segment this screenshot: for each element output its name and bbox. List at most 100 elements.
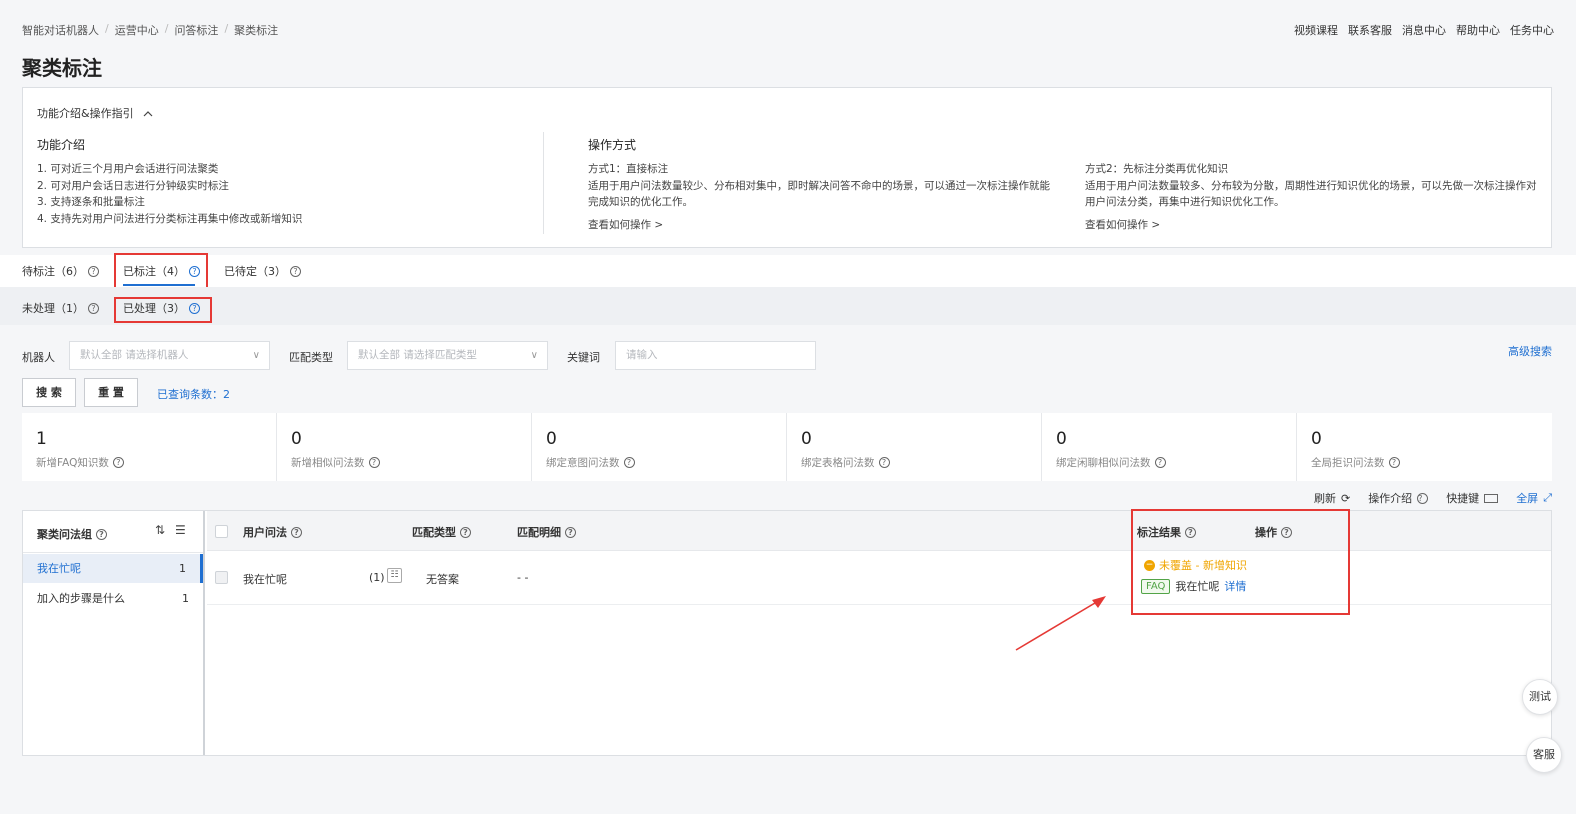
method1-link[interactable]: 查看如何操作 >	[588, 217, 663, 234]
breadcrumb-item: 聚类标注	[234, 24, 279, 37]
help-icon: ?	[96, 528, 107, 540]
shortcut-button[interactable]: 快捷键	[1446, 490, 1499, 506]
highlight-box	[114, 253, 208, 289]
col-match-type: 匹配类型?	[412, 524, 471, 540]
intro-item: 4. 支持先对用户问法进行分类标注再集中修改或新增知识	[37, 212, 303, 225]
tab-undecided[interactable]: 已待定（3）?	[224, 263, 301, 279]
highlight-box	[114, 297, 212, 323]
robot-label: 机器人	[22, 351, 55, 364]
sort-icon[interactable]: ⇅	[155, 523, 165, 537]
method2-link[interactable]: 查看如何操作 >	[1085, 217, 1160, 234]
help-icon: ?	[290, 265, 301, 277]
annotation-arrow	[1015, 596, 1106, 651]
stat-chitchat: 0 绑定闲聊相似问法数?	[1042, 413, 1297, 481]
divider	[543, 132, 544, 234]
help-icon: ?	[878, 457, 890, 468]
stats-bar: 1 新增FAQ知识数? 0 新增相似问法数? 0 绑定意图问法数? 0 绑定表格…	[22, 413, 1552, 481]
help-icon: ?	[565, 526, 576, 538]
cluster-item[interactable]: 加入的步骤是什么 1	[23, 584, 203, 613]
collapse-list-icon[interactable]: ☰	[175, 523, 186, 537]
link-video-course[interactable]: 视频课程	[1294, 22, 1338, 38]
method2: 方式2：先标注分类再优化知识 适用于用户问法数量较多、分布较为分散，周期性进行知…	[1085, 161, 1540, 211]
breadcrumb-item[interactable]: 问答标注	[174, 22, 218, 38]
question-count: (1)	[369, 571, 385, 584]
service-float-button[interactable]: 客服	[1526, 737, 1562, 773]
chevron-up-icon	[143, 107, 153, 120]
link-help-center[interactable]: 帮助中心	[1456, 22, 1500, 38]
match-type-label: 匹配类型	[289, 351, 333, 364]
test-float-button[interactable]: 测试	[1522, 679, 1558, 715]
intro-left-list: 1. 可对近三个月用户会话进行问法聚类 2. 可对用户会话日志进行分钟级实时标注…	[37, 161, 302, 227]
intro-item: 2. 可对用户会话日志进行分钟级实时标注	[37, 179, 229, 192]
top-links: 视频课程 联系客服 消息中心 帮助中心 任务中心	[1294, 22, 1554, 38]
ops-title: 操作方式	[588, 138, 637, 152]
cluster-group-header: 聚类问法组 ? ⇅ ☰	[23, 511, 203, 553]
chevron-down-icon: ∨	[252, 350, 260, 361]
help-icon: ?	[88, 302, 99, 314]
keyword-input[interactable]: 请输入	[615, 341, 816, 370]
link-message-center[interactable]: 消息中心	[1402, 22, 1446, 38]
stat-intent: 0 绑定意图问法数?	[532, 413, 787, 481]
intro-item: 1. 可对近三个月用户会话进行问法聚类	[37, 163, 219, 175]
link-task-center[interactable]: 任务中心	[1510, 22, 1554, 38]
method2-title: 方式2：先标注分类再优化知识	[1085, 163, 1229, 175]
help-icon: ?	[460, 526, 471, 538]
breadcrumb-item[interactable]: 智能对话机器人	[22, 22, 99, 38]
reset-button[interactable]: 重 置	[84, 378, 138, 407]
stat-new-faq: 1 新增FAQ知识数?	[22, 413, 277, 481]
subtab-unprocessed[interactable]: 未处理（1）?	[22, 300, 99, 316]
highlight-box	[1131, 509, 1350, 615]
table-toolbar: 刷新 ⟳ 操作介绍? 快捷键 全屏 ⤢	[1314, 490, 1552, 506]
keyboard-icon	[1484, 493, 1499, 503]
help-icon: ?	[112, 457, 124, 468]
question-text: 我在忙呢	[243, 573, 287, 586]
intro-left-title: 功能介绍	[37, 138, 86, 152]
intro-panel: 功能介绍&操作指引 功能介绍 1. 可对近三个月用户会话进行问法聚类 2. 可对…	[22, 87, 1552, 248]
match-type-value: 无答案	[426, 573, 459, 586]
help-icon: ?	[291, 526, 302, 538]
help-icon: ?	[88, 265, 99, 277]
match-type-select[interactable]: 默认全部 请选择匹配类型 ∨	[347, 341, 548, 370]
method1-title: 方式1：直接标注	[588, 163, 669, 175]
col-question: 用户问法?	[243, 524, 302, 540]
help-icon: ?	[368, 457, 380, 468]
intro-toggle[interactable]: 功能介绍&操作指引	[37, 105, 153, 121]
help-icon: ?	[1417, 492, 1429, 504]
cluster-group-pane: 聚类问法组 ? ⇅ ☰ 我在忙呢 1 加入的步骤是什么 1	[23, 511, 205, 755]
refresh-icon: ⟳	[1340, 491, 1351, 505]
process-subtabs: 未处理（1）? 已处理（3）?	[0, 287, 1576, 325]
search-button[interactable]: 搜 索	[22, 378, 76, 407]
page-title: 聚类标注	[22, 56, 102, 80]
match-detail-value: - -	[517, 571, 529, 584]
method1-text: 适用于用户问法数量较少、分布相对集中，即时解决问答不命中的场景，可以通过一次标注…	[588, 179, 1050, 209]
keyword-label: 关键词	[567, 351, 600, 364]
refresh-button[interactable]: 刷新 ⟳	[1314, 490, 1350, 506]
method2-text: 适用于用户问法数量较多、分布较为分散，周期性进行知识优化的场景，可以先做一次标注…	[1085, 179, 1537, 209]
tab-pending[interactable]: 待标注（6）?	[22, 263, 99, 279]
select-all-checkbox[interactable]	[215, 525, 228, 538]
breadcrumb: 智能对话机器人 / 运营中心 / 问答标注 / 聚类标注	[22, 22, 279, 38]
breadcrumb-item[interactable]: 运营中心	[115, 22, 159, 38]
stat-table: 0 绑定表格问法数?	[787, 413, 1042, 481]
col-match-detail: 匹配明细?	[517, 524, 576, 540]
guide-button[interactable]: 操作介绍?	[1368, 490, 1429, 506]
help-icon: ?	[1154, 457, 1166, 468]
help-icon: ?	[623, 457, 635, 468]
advanced-search-link[interactable]: 高级搜索	[1508, 343, 1552, 359]
method1: 方式1：直接标注 适用于用户问法数量较少、分布相对集中，即时解决问答不命中的场景…	[588, 161, 1058, 211]
stat-global-reject: 0 全局拒识问法数?	[1297, 413, 1552, 481]
expand-icon: ⤢	[1543, 491, 1552, 504]
cluster-item[interactable]: 我在忙呢 1	[23, 554, 203, 583]
row-checkbox[interactable]	[215, 571, 228, 584]
status-tabs: 待标注（6）? 已标注（4）? 已待定（3）?	[0, 255, 1576, 287]
robot-select[interactable]: 默认全部 请选择机器人 ∨	[69, 341, 270, 370]
result-count: 已查询条数：2	[157, 388, 230, 401]
fullscreen-button[interactable]: 全屏 ⤢	[1516, 490, 1552, 506]
chat-icon[interactable]: ☷	[387, 568, 402, 583]
chevron-down-icon: ∨	[530, 350, 538, 361]
link-contact-service[interactable]: 联系客服	[1348, 22, 1392, 38]
help-icon: ?	[1388, 457, 1400, 468]
intro-item: 3. 支持逐条和批量标注	[37, 196, 145, 208]
cluster-group-title: 聚类问法组	[37, 528, 92, 541]
stat-new-similar: 0 新增相似问法数?	[277, 413, 532, 481]
